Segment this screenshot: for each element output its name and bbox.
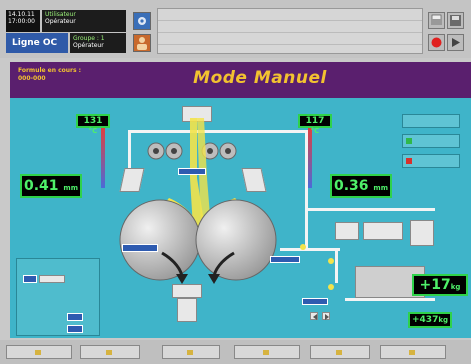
folder-icon xyxy=(187,349,193,355)
left-temp-value: 131 xyxy=(83,116,103,126)
arrow-left-icon[interactable] xyxy=(310,312,318,320)
dosing-box xyxy=(363,222,403,240)
right-gap-unit: mm xyxy=(373,184,388,192)
message-area xyxy=(157,8,423,54)
right-gap-value: 0.36 xyxy=(333,178,369,194)
main-rollers xyxy=(119,199,277,284)
right-temp-value: 117 xyxy=(305,116,325,126)
user-icon[interactable] xyxy=(133,34,151,52)
red-status-icon xyxy=(406,158,412,164)
message-row xyxy=(158,9,422,21)
panel-field[interactable] xyxy=(39,275,65,283)
arrow-right-icon[interactable] xyxy=(322,312,330,320)
message-row xyxy=(158,21,422,33)
control-button[interactable] xyxy=(402,154,460,168)
control-button[interactable] xyxy=(402,114,460,128)
operator-box: Utilisateur Opérateur xyxy=(42,10,126,32)
right-gap-display: 0.36 mm xyxy=(330,174,392,198)
date-text: 14.10.11 xyxy=(8,11,35,18)
weight-value: +17 xyxy=(419,277,451,293)
message-row xyxy=(158,33,422,45)
scale-base xyxy=(345,298,435,301)
group-operator: Opérateur xyxy=(73,42,104,49)
weight-display: +17kg xyxy=(412,274,468,296)
right-thermometer xyxy=(308,128,312,188)
toolbar-button-3[interactable] xyxy=(162,345,220,359)
control-button[interactable] xyxy=(402,134,460,148)
play-icon[interactable] xyxy=(447,34,464,51)
process-view: 131 °C 117 °C 0.41 mm 0.36 mm +17kg +437… xyxy=(10,98,471,338)
valve-indicator xyxy=(328,258,334,264)
panel-button-1[interactable] xyxy=(67,313,83,321)
flow-label xyxy=(302,298,328,305)
right-top-pipe xyxy=(305,208,435,211)
toolbar-button-1[interactable] xyxy=(6,345,72,359)
left-temp-unit: °C xyxy=(88,127,98,135)
folder-icon xyxy=(263,349,269,355)
save-icon[interactable] xyxy=(447,12,464,29)
folder-icon xyxy=(106,349,112,355)
print-icon[interactable] xyxy=(428,12,445,29)
left-control-panel xyxy=(16,258,100,336)
panel-button-2[interactable] xyxy=(67,325,83,333)
left-gap-unit: mm xyxy=(63,184,78,192)
valve-box xyxy=(335,222,359,240)
hmi-screen: 14.10.11 17:00:00 Utilisateur Opérateur … xyxy=(0,0,471,364)
bottom-toolbar xyxy=(0,340,471,364)
group-box: Groupe : 1 Opérateur xyxy=(70,33,126,53)
operator-role: Utilisateur xyxy=(45,11,76,18)
toolbar-button-2[interactable] xyxy=(80,345,140,359)
formula-label: Formule en cours : xyxy=(18,67,82,74)
left-roller-label xyxy=(122,244,158,252)
feed-indicator xyxy=(300,244,306,250)
page-title: Mode Manuel xyxy=(193,68,327,88)
center-label xyxy=(178,168,206,175)
right-temp-unit: °C xyxy=(310,127,320,135)
toolbar-button-6[interactable] xyxy=(380,345,446,359)
weight-unit: kg xyxy=(450,283,461,291)
formula-value: 000-000 xyxy=(18,75,46,82)
formula-info: Formule en cours : 000-000 xyxy=(18,67,81,83)
tank-box xyxy=(410,220,434,246)
stop-icon[interactable] xyxy=(428,34,445,51)
flow-indicator xyxy=(328,284,334,290)
green-status-icon xyxy=(406,138,412,144)
mode-header: Formule en cours : 000-000 Mode Manuel xyxy=(10,62,471,98)
folder-icon xyxy=(336,349,342,355)
flow-unit: kg xyxy=(438,316,448,324)
output-chute-lower xyxy=(177,298,197,322)
flow-value: +437 xyxy=(412,315,439,325)
right-temperature: 117 °C xyxy=(298,114,332,135)
output-chute xyxy=(172,284,202,298)
top-bar: 14.10.11 17:00:00 Utilisateur Opérateur … xyxy=(0,0,471,58)
group-label: Groupe : 1 xyxy=(73,35,105,42)
datetime-box: 14.10.11 17:00:00 xyxy=(6,10,40,32)
left-gap-value: 0.41 xyxy=(23,178,59,194)
flow-display: +437kg xyxy=(408,312,452,328)
operator-name: Opérateur xyxy=(45,18,76,25)
gear-icon[interactable] xyxy=(133,12,151,30)
line-button[interactable]: Ligne OC xyxy=(6,33,68,53)
time-text: 17:00:00 xyxy=(8,18,35,25)
feed-label xyxy=(270,256,300,263)
left-gap-display: 0.41 mm xyxy=(20,174,82,198)
toolbar-button-5[interactable] xyxy=(310,345,370,359)
folder-icon xyxy=(35,349,41,355)
panel-toggle[interactable] xyxy=(23,275,37,283)
folder-icon xyxy=(409,349,415,355)
toolbar-button-4[interactable] xyxy=(234,345,300,359)
down-pipe xyxy=(335,248,338,283)
